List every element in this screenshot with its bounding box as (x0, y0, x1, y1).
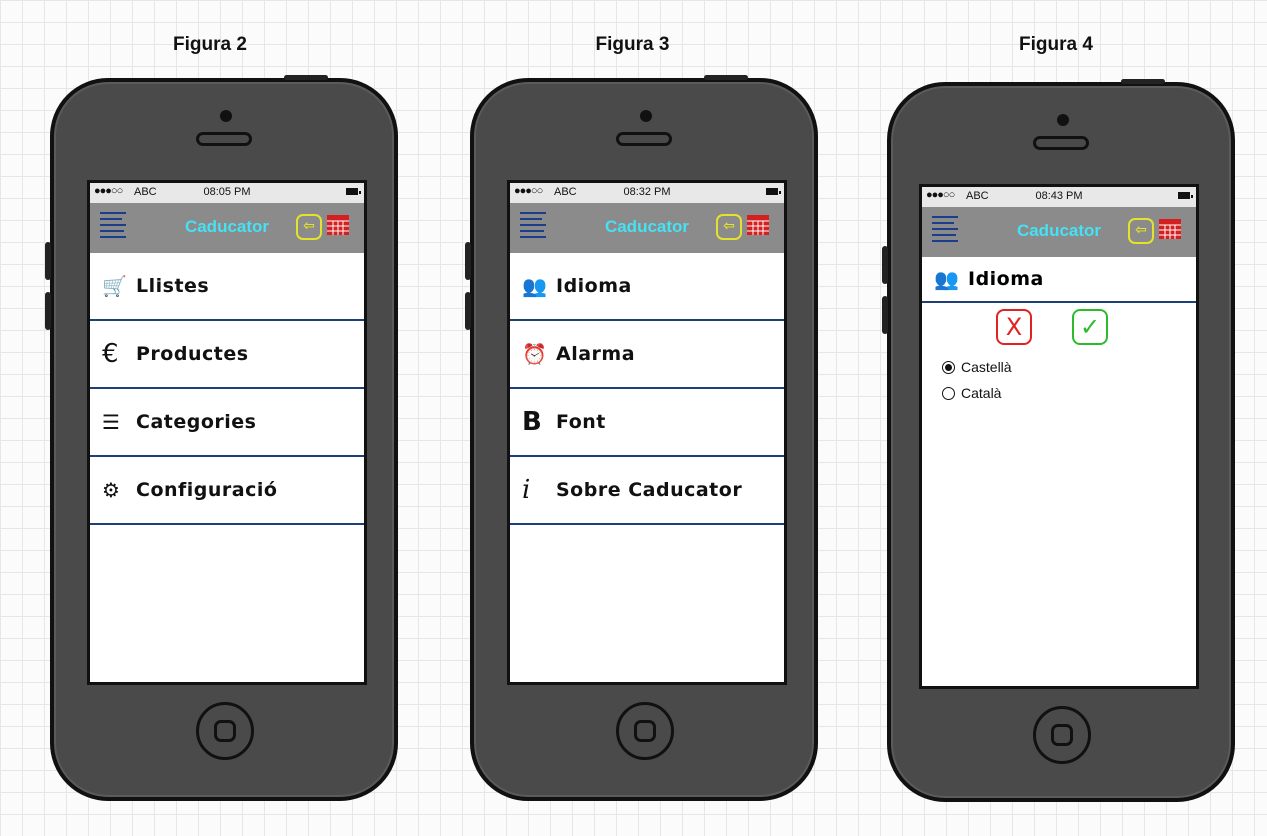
power-button (704, 75, 748, 80)
menu-row-label: Llistes (136, 275, 210, 297)
calendar-icon[interactable] (1158, 217, 1182, 241)
alarm-icon: ⏰ (522, 342, 547, 366)
mockup-figure-3: Figura 3 ●●●○○ ABC 08:32 PM Caducator ⇦ (420, 0, 845, 836)
volume-button (465, 292, 471, 330)
bold-icon: B (522, 407, 542, 437)
radio-option-catala[interactable]: Català (942, 385, 1001, 405)
figure-title: Figura 3 (595, 34, 670, 55)
power-button (284, 75, 328, 80)
figure-title: Figura 4 (1019, 34, 1093, 55)
menu-row-label: Sobre Caducator (556, 479, 743, 501)
camera-dot (220, 110, 232, 122)
cancel-button[interactable]: X (996, 309, 1032, 345)
radio-label: Català (961, 385, 1002, 401)
battery-icon (766, 188, 781, 195)
calendar-icon[interactable] (326, 213, 350, 237)
clock: 08:05 PM (203, 186, 251, 198)
menu-row-llistes[interactable]: 🛒 Llistes (90, 253, 364, 321)
power-button (1121, 79, 1165, 84)
menu-row-label: Configuració (136, 479, 278, 501)
camera-dot (640, 110, 652, 122)
battery-icon (1178, 192, 1193, 199)
phone-body: ●●●○○ ABC 08:05 PM Caducator ⇦ 🛒 Llistes… (45, 75, 398, 801)
home-button[interactable] (1033, 706, 1091, 764)
people-icon: 👥 (934, 267, 959, 291)
menu-row-label: Alarma (556, 343, 636, 365)
phone-screen: ●●●○○ ABC 08:32 PM Caducator ⇦ 👥 Idioma … (507, 180, 787, 685)
nav-bar: Caducator ⇦ (90, 203, 364, 253)
menu-row-font[interactable]: B Font (510, 389, 784, 457)
clock: 08:32 PM (623, 186, 671, 198)
menu-row-categories[interactable]: ☰ Categories (90, 389, 364, 457)
menu-row-label: Productes (136, 343, 249, 365)
menu-row-alarma[interactable]: ⏰ Alarma (510, 321, 784, 389)
section-header: 👥 Idioma (922, 257, 1196, 303)
mockup-figure-2: Figura 2 ●●●○○ ABC 08:05 PM Caducator ⇦ (0, 0, 420, 836)
people-icon: 👥 (522, 274, 547, 298)
speaker-slot (1033, 136, 1089, 150)
mockup-figure-4: Figura 4 ●●●○○ ABC 08:43 PM Caducator ⇦ (845, 0, 1267, 836)
confirm-button[interactable]: ✓ (1072, 309, 1108, 345)
menu-row-idioma[interactable]: 👥 Idioma (510, 253, 784, 321)
home-button[interactable] (196, 702, 254, 760)
phone-screen: ●●●○○ ABC 08:05 PM Caducator ⇦ 🛒 Llistes… (87, 180, 367, 685)
radio-label: Castellà (961, 359, 1012, 375)
speaker-slot (616, 132, 672, 146)
radio-selected-icon (942, 360, 955, 374)
phone-body: ●●●○○ ABC 08:43 PM Caducator ⇦ 👥 Idioma … (882, 79, 1235, 802)
euro-icon: € (102, 339, 119, 369)
calendar-icon[interactable] (746, 213, 770, 237)
home-button[interactable] (616, 702, 674, 760)
back-icon[interactable]: ⇦ (716, 214, 742, 240)
speaker-slot (196, 132, 252, 146)
status-bar: ●●●○○ ABC 08:43 PM (922, 187, 1196, 207)
back-icon[interactable]: ⇦ (1128, 218, 1154, 244)
section-title: Idioma (968, 268, 1044, 290)
volume-button (882, 246, 888, 284)
app-title: Caducator (184, 217, 270, 236)
menu-row-label: Idioma (556, 275, 632, 297)
app-title: Caducator (1016, 221, 1102, 240)
back-icon[interactable]: ⇦ (296, 214, 322, 240)
volume-button (45, 242, 51, 280)
app-title: Caducator (604, 217, 690, 236)
status-bar: ●●●○○ ABC 08:05 PM (90, 183, 364, 203)
menu-row-label: Categories (136, 411, 257, 433)
status-bar: ●●●○○ ABC 08:32 PM (510, 183, 784, 203)
phone-screen: ●●●○○ ABC 08:43 PM Caducator ⇦ 👥 Idioma … (919, 184, 1199, 689)
radio-unselected-icon (942, 386, 955, 400)
info-icon: i (522, 475, 531, 505)
figure-title: Figura 2 (173, 34, 247, 55)
volume-button (465, 242, 471, 280)
volume-button (45, 292, 51, 330)
nav-bar: Caducator ⇦ (510, 203, 784, 253)
battery-icon (346, 188, 361, 195)
phone-body: ●●●○○ ABC 08:32 PM Caducator ⇦ 👥 Idioma … (465, 75, 818, 801)
radio-option-castella[interactable]: Castellà (942, 359, 1012, 379)
menu-row-label: Font (556, 411, 606, 433)
menu-row-configuracio[interactable]: ⚙ Configuració (90, 457, 364, 525)
cart-icon: 🛒 (102, 274, 127, 298)
camera-dot (1057, 114, 1069, 126)
clock: 08:43 PM (1035, 190, 1083, 202)
nav-bar: Caducator ⇦ (922, 207, 1196, 257)
lines-icon: ☰ (102, 410, 120, 434)
volume-button (882, 296, 888, 334)
gear-icon: ⚙ (102, 478, 120, 502)
menu-row-sobre-caducator[interactable]: i Sobre Caducator (510, 457, 784, 525)
menu-row-productes[interactable]: € Productes (90, 321, 364, 389)
